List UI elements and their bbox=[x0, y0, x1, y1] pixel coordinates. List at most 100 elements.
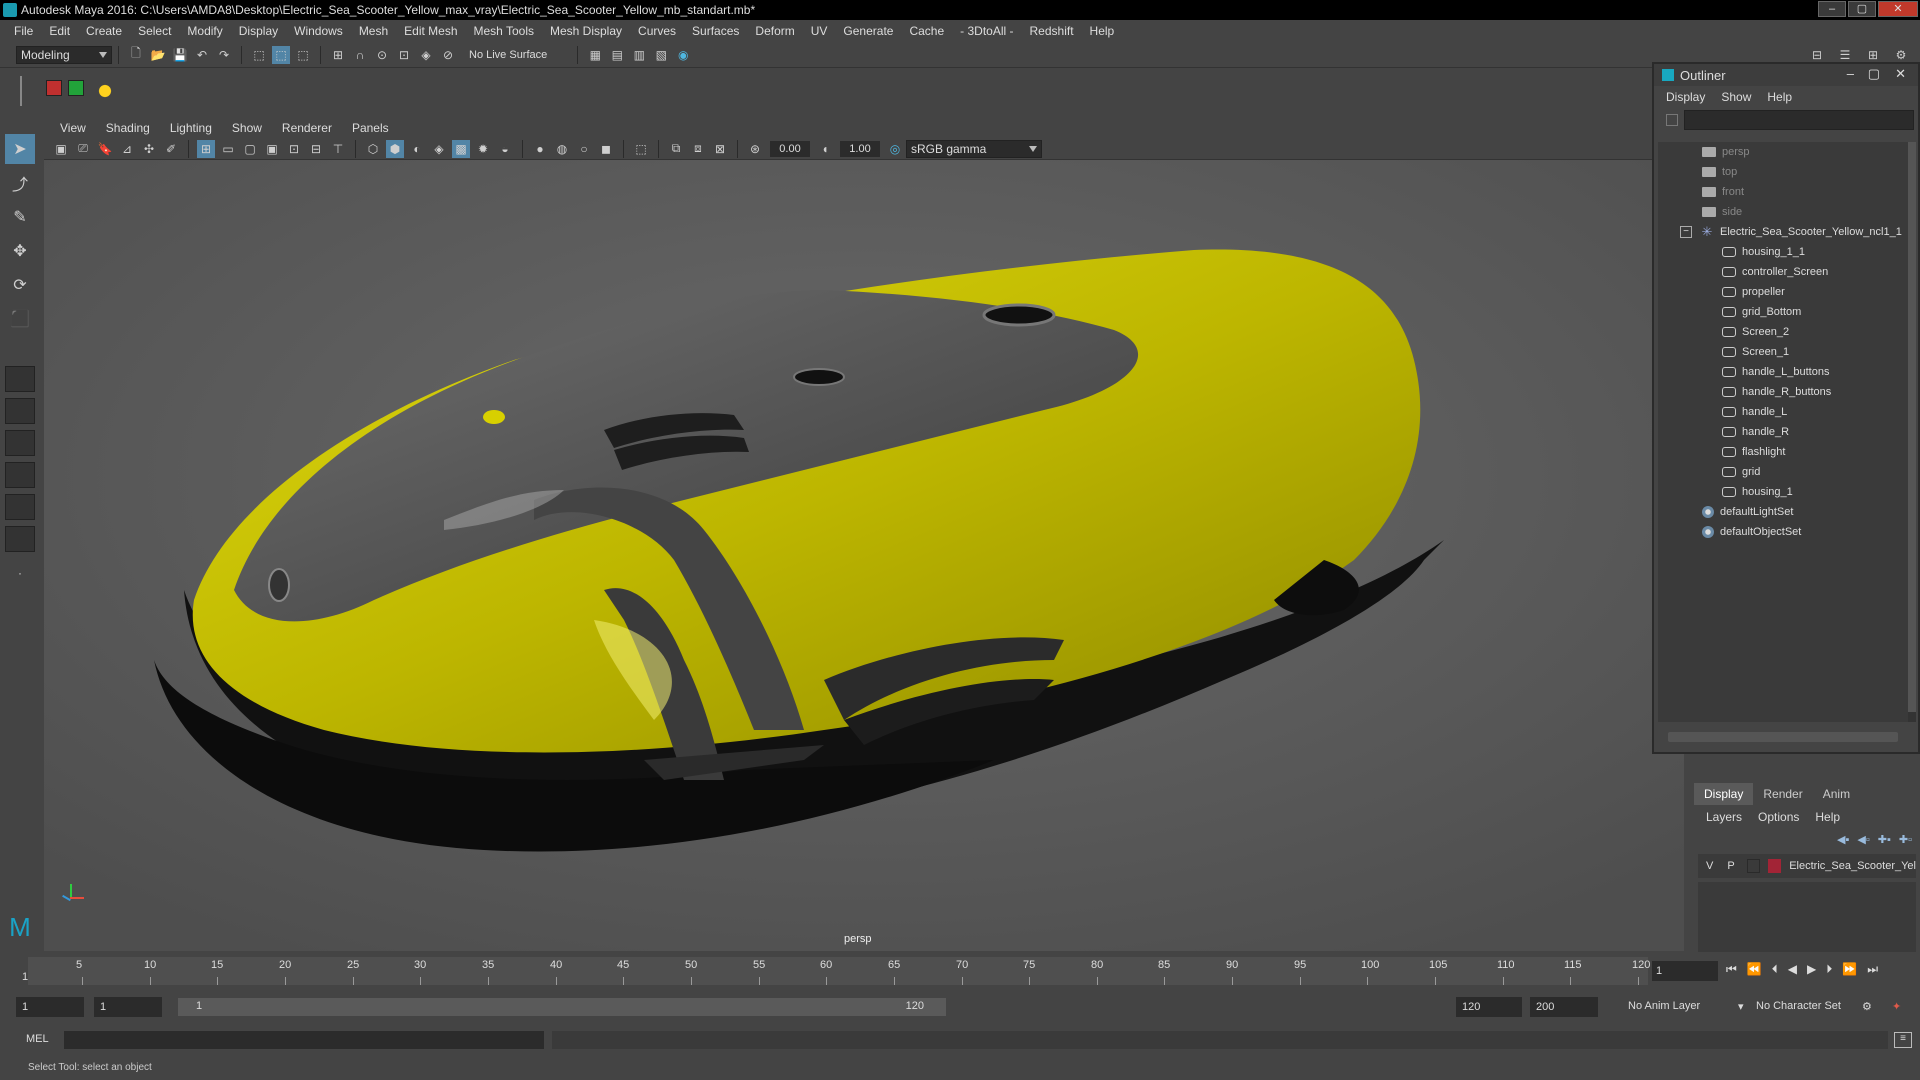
play-forwards-button[interactable]: ▶ bbox=[1807, 962, 1816, 977]
outliner-menu-display[interactable]: Display bbox=[1658, 90, 1713, 104]
vp-menu-panels[interactable]: Panels bbox=[342, 121, 399, 135]
textured-icon[interactable]: ▩ bbox=[452, 139, 470, 158]
xray-active-icon[interactable]: ⧈ bbox=[689, 140, 707, 158]
time-slider-track[interactable]: 1 5 10 15 20 25 30 35 40 45 50 55 60 65 70 75 80 85 90 95 1… bbox=[22, 957, 1650, 985]
hypershade-layout-icon[interactable] bbox=[5, 526, 35, 552]
playback-start-field[interactable]: 1 bbox=[94, 997, 162, 1017]
live-surface-label[interactable]: No Live Surface bbox=[469, 49, 547, 61]
menu-create[interactable]: Create bbox=[78, 24, 130, 38]
2d-pan-icon[interactable]: ✣ bbox=[140, 140, 158, 158]
side-by-side-layout-icon[interactable] bbox=[5, 430, 35, 456]
menu-generate[interactable]: Generate bbox=[835, 24, 901, 38]
gamma-field[interactable]: 1.00 bbox=[840, 140, 880, 157]
wireframe-icon[interactable]: ⬡ bbox=[364, 140, 382, 158]
image-plane-icon[interactable]: ⊿ bbox=[118, 140, 136, 158]
animation-start-field[interactable]: 1 bbox=[16, 997, 84, 1017]
color-space-dropdown[interactable]: sRGB gamma bbox=[906, 139, 1042, 158]
auto-key-icon[interactable]: ⚙ bbox=[1862, 1000, 1872, 1013]
anim-prefs-icon[interactable]: ✦ bbox=[1892, 1000, 1901, 1013]
grease-pencil-icon[interactable]: ✐ bbox=[162, 140, 180, 158]
exposure-icon[interactable]: ⊛ bbox=[746, 140, 764, 158]
outliner-item-set[interactable]: defaultLightSet bbox=[1658, 502, 1908, 522]
move-tool-icon[interactable]: ✥ bbox=[5, 236, 35, 266]
tab-render[interactable]: Render bbox=[1753, 783, 1812, 805]
new-layer-selected-icon[interactable]: ✚▫ bbox=[1899, 833, 1912, 846]
lasso-tool-icon[interactable]: ⤴ bbox=[5, 168, 35, 198]
scale-tool-icon[interactable]: ⬛ bbox=[5, 304, 35, 334]
persp-graph-layout-icon[interactable] bbox=[5, 494, 35, 520]
new-layer-icon[interactable]: ✚▪ bbox=[1878, 833, 1891, 846]
more-layouts-icon[interactable]: · bbox=[5, 558, 35, 588]
layer-color-swatch[interactable] bbox=[1768, 859, 1782, 873]
outliner-item-front[interactable]: front bbox=[1658, 182, 1908, 202]
scrollbar-thumb[interactable] bbox=[1908, 142, 1916, 712]
use-default-material-icon[interactable]: ◐ bbox=[408, 140, 426, 158]
xray-joints-icon[interactable]: ⊠ bbox=[711, 140, 729, 158]
gate-mask-icon[interactable]: ▣ bbox=[263, 140, 281, 158]
mode-selector[interactable]: Modeling bbox=[16, 45, 112, 64]
tab-anim[interactable]: Anim bbox=[1813, 783, 1860, 805]
script-editor-icon[interactable]: ≡ bbox=[1894, 1032, 1912, 1048]
filter-icon[interactable] bbox=[1666, 114, 1678, 126]
menu-curves[interactable]: Curves bbox=[630, 24, 684, 38]
menu-redshift[interactable]: Redshift bbox=[1022, 24, 1082, 38]
outliner-item-child[interactable]: housing_1_1 bbox=[1658, 242, 1908, 262]
outliner-item-top[interactable]: top bbox=[1658, 162, 1908, 182]
wireframe-on-shaded-icon[interactable]: ◈ bbox=[430, 140, 448, 158]
outliner-item-child[interactable]: handle_R bbox=[1658, 422, 1908, 442]
isolate-select-icon[interactable]: ⬚ bbox=[632, 140, 650, 158]
snap-surface-icon[interactable]: ◈ bbox=[417, 46, 435, 64]
new-scene-icon[interactable]: 🗋 bbox=[127, 46, 145, 64]
outliner-item-persp[interactable]: persp bbox=[1658, 142, 1908, 162]
camera-select-icon[interactable]: ▣ bbox=[52, 140, 70, 158]
play-backwards-button[interactable]: ◀ bbox=[1788, 962, 1797, 977]
single-view-layout-icon[interactable] bbox=[5, 366, 35, 392]
screen-space-ao-icon[interactable]: ● bbox=[531, 140, 549, 158]
shadows-icon[interactable]: ◒ bbox=[496, 140, 514, 158]
outliner-item-child[interactable]: housing_1 bbox=[1658, 482, 1908, 502]
vp-menu-lighting[interactable]: Lighting bbox=[160, 121, 222, 135]
step-back-key-button[interactable]: ⏪ bbox=[1747, 962, 1762, 977]
menu-mesh-tools[interactable]: Mesh Tools bbox=[466, 24, 542, 38]
snap-curve-icon[interactable]: ∩ bbox=[351, 46, 369, 64]
command-input[interactable] bbox=[64, 1031, 544, 1049]
snap-grid-icon[interactable]: ⊞ bbox=[329, 46, 347, 64]
outliner-item-side[interactable]: side bbox=[1658, 202, 1908, 222]
anim-layer-dropdown[interactable]: No Anim Layer bbox=[1628, 1000, 1700, 1012]
outliner-horizontal-scrollbar[interactable] bbox=[1668, 732, 1898, 742]
tab-display[interactable]: Display bbox=[1694, 783, 1754, 805]
script-error-icon[interactable] bbox=[46, 80, 62, 96]
snap-view-icon[interactable]: ⊡ bbox=[395, 46, 413, 64]
render-settings-icon[interactable]: ▧ bbox=[652, 46, 670, 64]
menu-select[interactable]: Select bbox=[130, 24, 179, 38]
outliner-menu-help[interactable]: Help bbox=[1759, 90, 1800, 104]
collapse-icon[interactable]: − bbox=[1680, 226, 1692, 238]
rotate-tool-icon[interactable]: ⟳ bbox=[5, 270, 35, 300]
color-management-icon[interactable]: ◎ bbox=[886, 140, 904, 158]
outliner-item-child[interactable]: grid_Bottom bbox=[1658, 302, 1908, 322]
bookmark-icon[interactable]: 🔖 bbox=[96, 140, 114, 158]
menu-uv[interactable]: UV bbox=[803, 24, 836, 38]
step-back-frame-button[interactable]: ⏴ bbox=[1772, 962, 1778, 977]
current-frame-field[interactable]: 1 bbox=[1652, 961, 1718, 981]
menu-windows[interactable]: Windows bbox=[286, 24, 351, 38]
vp-menu-view[interactable]: View bbox=[50, 121, 96, 135]
redo-icon[interactable]: ↷ bbox=[215, 46, 233, 64]
close-button[interactable]: ✕ bbox=[1878, 1, 1918, 17]
outliner-item-child[interactable]: propeller bbox=[1658, 282, 1908, 302]
camera-attr-icon[interactable]: ⎚ bbox=[74, 140, 92, 158]
outliner-item-child[interactable]: flashlight bbox=[1658, 442, 1908, 462]
layer-playback-toggle[interactable]: P bbox=[1727, 860, 1734, 872]
menu-edit-mesh[interactable]: Edit Mesh bbox=[396, 24, 465, 38]
layer-menu-layers[interactable]: Layers bbox=[1698, 810, 1750, 824]
vp-menu-renderer[interactable]: Renderer bbox=[272, 121, 342, 135]
select-tool-icon[interactable]: ➤ bbox=[5, 134, 35, 164]
script-ok-icon[interactable] bbox=[68, 80, 84, 96]
film-gate-icon[interactable]: ▭ bbox=[219, 140, 237, 158]
select-object-icon[interactable]: ⬚ bbox=[272, 45, 290, 64]
menu-3dtoall[interactable]: - 3DtoAll - bbox=[952, 24, 1021, 38]
step-forward-frame-button[interactable]: ⏵ bbox=[1826, 962, 1832, 977]
move-layer-down-icon[interactable]: ◀▫ bbox=[1857, 833, 1869, 846]
menu-deform[interactable]: Deform bbox=[747, 24, 802, 38]
persp-outliner-layout-icon[interactable] bbox=[5, 462, 35, 488]
